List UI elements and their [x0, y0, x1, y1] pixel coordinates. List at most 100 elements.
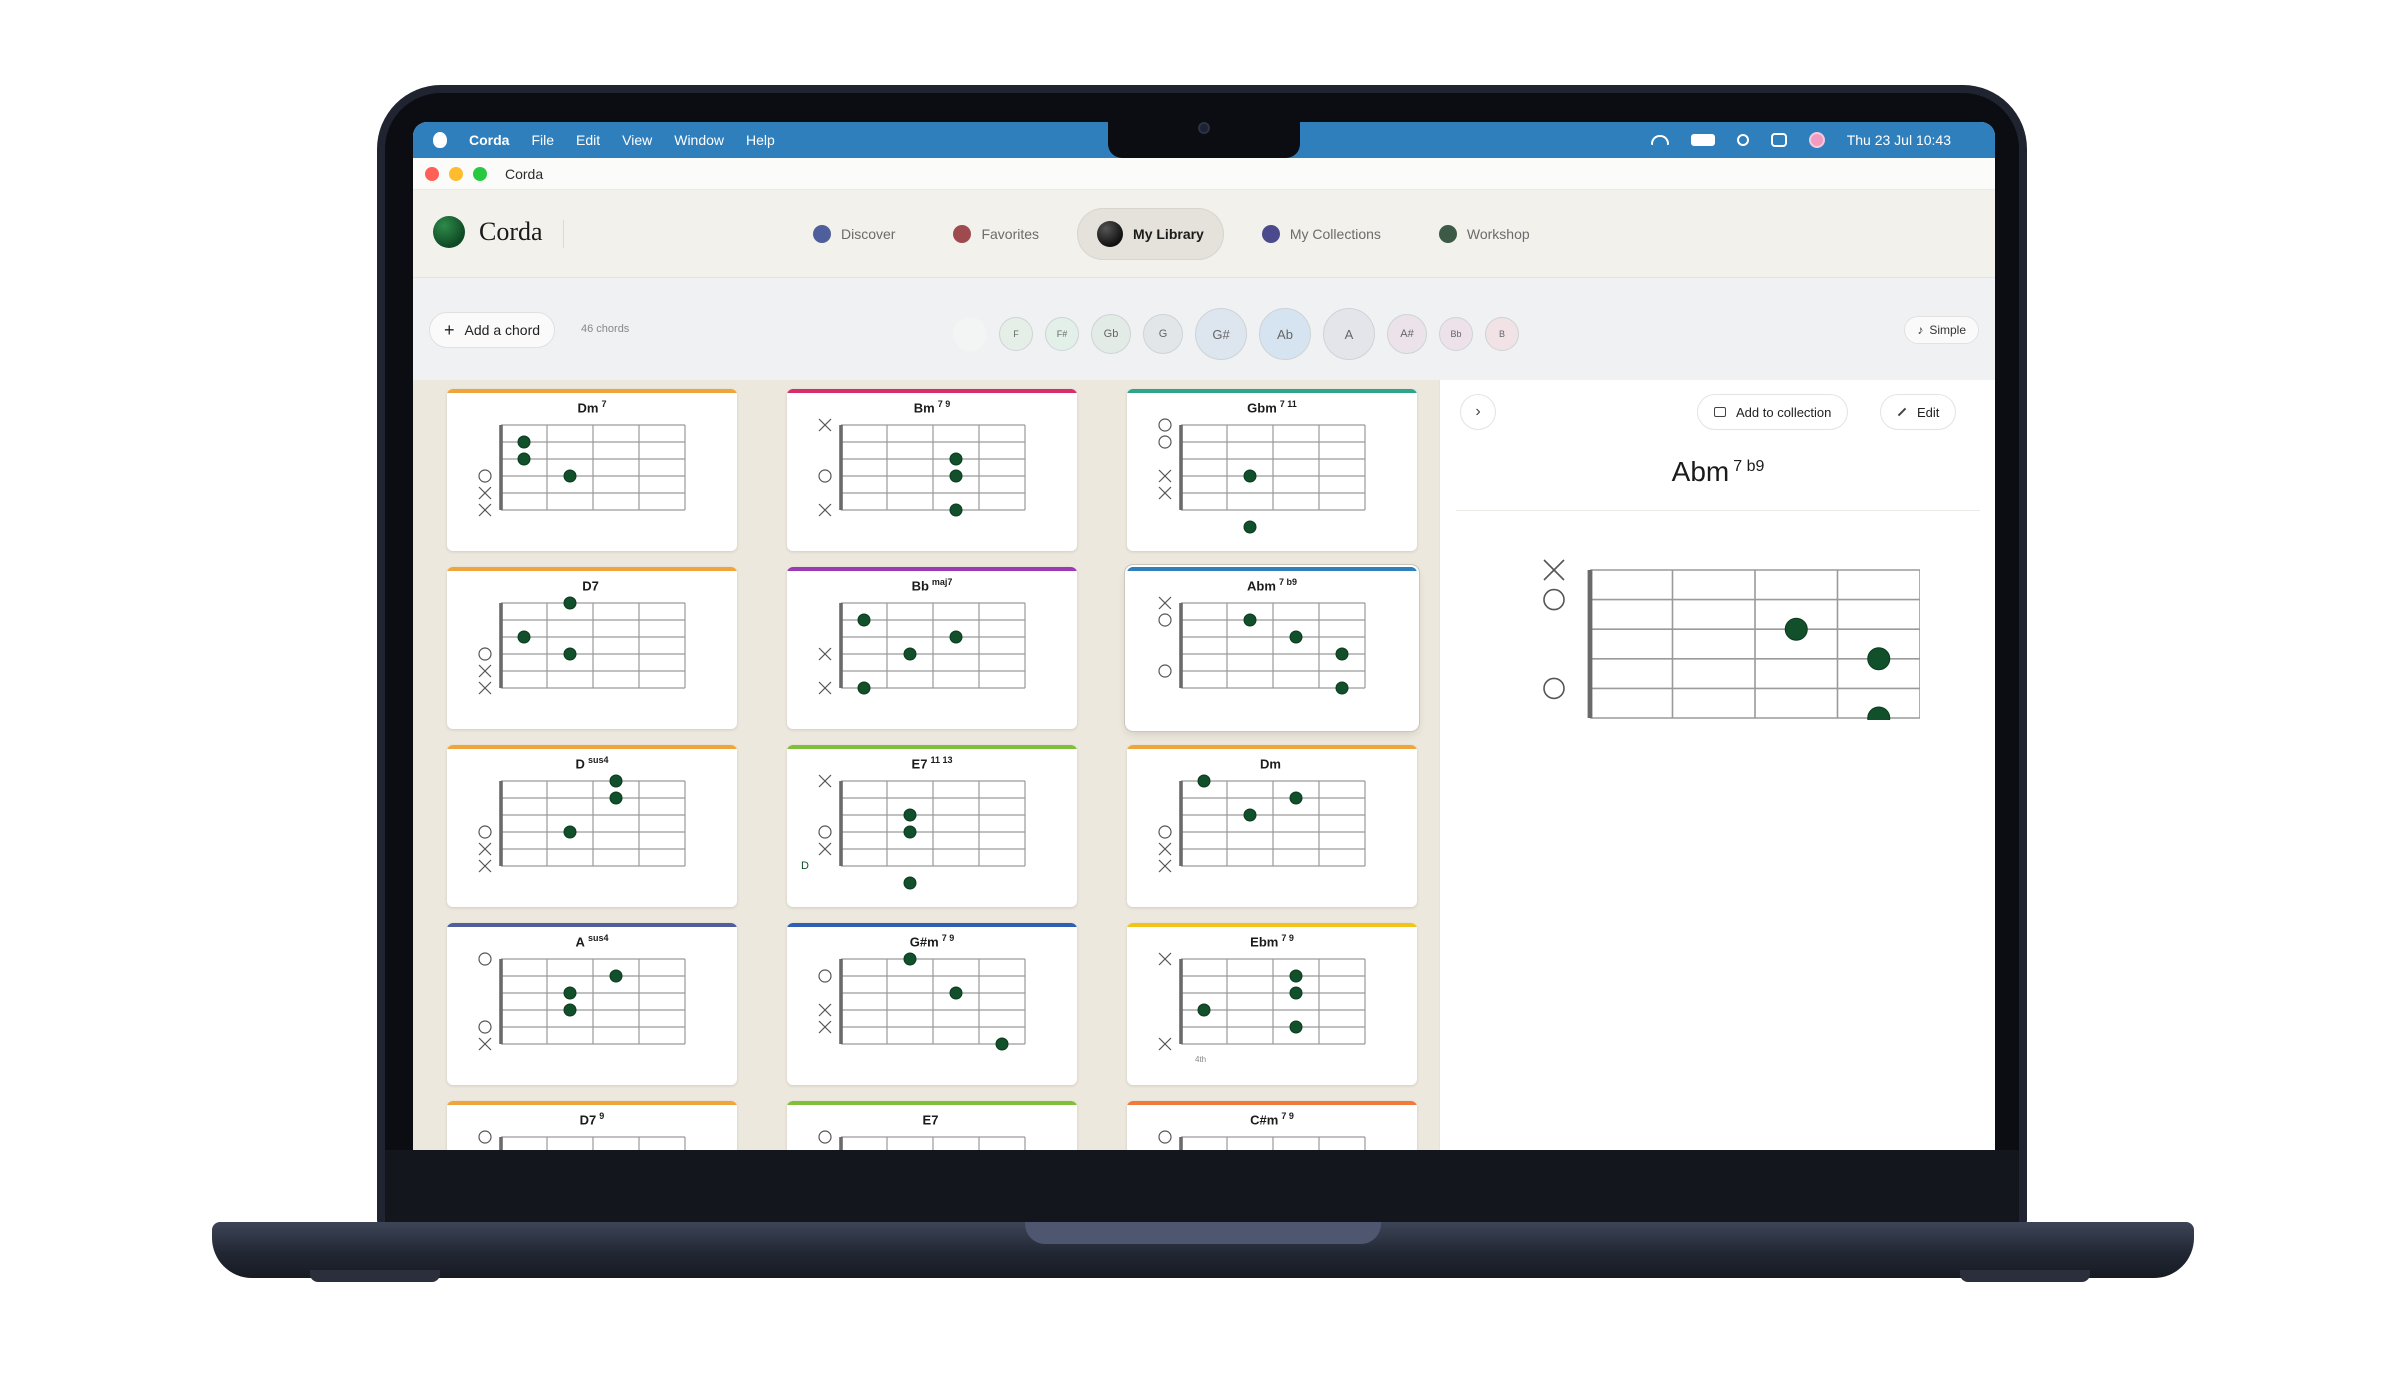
finger-dot	[949, 986, 963, 1000]
window-title: Corda	[505, 165, 544, 182]
chord-card[interactable]: Asus4	[447, 923, 737, 1085]
laptop-scene: Corda File Edit View Window Help Thu 23 …	[0, 0, 2400, 1388]
close-window-button[interactable]	[425, 166, 439, 181]
key-filter-pill[interactable]: Ab	[1259, 308, 1311, 360]
nav-my-collections[interactable]: My Collections	[1242, 208, 1401, 260]
chord-card[interactable]: Dsus4	[447, 745, 737, 907]
detail-chord-diagram	[1543, 559, 1920, 720]
chord-diagram	[478, 1130, 686, 1150]
key-filter-pill[interactable]: Gb	[1091, 314, 1131, 354]
chord-card[interactable]: Abm 7 b9	[1127, 567, 1417, 729]
add-chord-label: Add a chord	[464, 322, 541, 338]
zoom-window-button[interactable]	[473, 166, 487, 181]
key-filter-pill[interactable]: B	[1485, 317, 1519, 351]
finger-dot	[949, 469, 963, 483]
open-string-icon	[1158, 418, 1172, 432]
nav-dot-icon	[1438, 225, 1457, 243]
add-chord-button[interactable]: + Add a chord	[429, 312, 556, 348]
chord-card[interactable]: E7 11 13 D	[787, 745, 1077, 907]
finger-dot	[609, 791, 623, 805]
simple-label: Simple	[1929, 323, 1966, 337]
menu-app-name[interactable]: Corda	[469, 132, 509, 148]
finger-dot	[1243, 520, 1257, 534]
chord-card[interactable]: E7	[787, 1101, 1077, 1150]
plus-icon: +	[444, 319, 455, 340]
key-filter-pill[interactable]: F	[999, 317, 1033, 351]
finger-dot	[903, 952, 917, 966]
edit-label: Edit	[1917, 404, 1940, 420]
laptop-hinge	[1025, 1222, 1381, 1244]
chord-card[interactable]: Ebm 7 9 4th	[1127, 923, 1417, 1085]
nav-label: My Library	[1133, 226, 1204, 242]
chord-diagram	[478, 596, 686, 695]
menu-file[interactable]: File	[531, 132, 554, 148]
apple-icon[interactable]	[433, 132, 447, 148]
finger-dot	[517, 435, 531, 449]
menu-clock[interactable]: Thu 23 Jul 10:43	[1847, 132, 1951, 148]
chord-card[interactable]: Dm 7	[447, 389, 737, 551]
wifi-icon[interactable]	[1650, 135, 1669, 145]
finger-dot	[949, 630, 963, 644]
menu-edit[interactable]: Edit	[576, 132, 600, 148]
logo-text: Corda	[479, 217, 543, 246]
control-center-icon[interactable]	[1770, 133, 1787, 147]
key-filter-pill[interactable]: A#	[1387, 314, 1427, 354]
key-filter-pill[interactable]: G	[1143, 314, 1183, 354]
chord-card[interactable]: Gbm 7 11	[1127, 389, 1417, 551]
simple-view-toggle[interactable]: ♪ Simple	[1904, 316, 1979, 344]
collapse-panel-button[interactable]: ›	[1460, 394, 1496, 430]
finger-dot	[1289, 791, 1303, 805]
finger-dot	[1289, 986, 1303, 1000]
finger-dot	[1243, 469, 1257, 483]
open-string-icon	[1158, 613, 1172, 627]
key-filter-pill[interactable]: F#	[1045, 317, 1079, 351]
battery-icon[interactable]	[1690, 134, 1715, 146]
pencil-icon	[1897, 407, 1907, 417]
key-filter-pill[interactable]: G#	[1195, 308, 1247, 360]
chord-card[interactable]: D7	[447, 567, 737, 729]
add-to-collection-button[interactable]: Add to collection	[1697, 394, 1849, 430]
key-filter-pill[interactable]	[953, 317, 987, 351]
open-string-icon	[478, 825, 492, 839]
nav-workshop[interactable]: Workshop	[1419, 208, 1550, 260]
screen: Corda File Edit View Window Help Thu 23 …	[413, 122, 1995, 1150]
nav-label: Discover	[841, 226, 896, 242]
chord-diagram: D	[801, 774, 1026, 890]
minimize-window-button[interactable]	[449, 166, 463, 181]
finger-dot	[563, 647, 577, 661]
open-string-icon	[818, 469, 832, 483]
chord-card[interactable]: Bb maj7	[787, 567, 1077, 729]
finger-dot	[1197, 1003, 1211, 1017]
spotlight-icon[interactable]	[1736, 134, 1749, 146]
nav-my-library[interactable]: My Library	[1077, 208, 1224, 260]
menu-view[interactable]: View	[622, 132, 652, 148]
finger-dot	[563, 986, 577, 1000]
nav-dot-icon	[953, 225, 972, 243]
open-string-icon	[1543, 588, 1565, 611]
open-string-icon	[478, 1130, 492, 1144]
edit-chord-button[interactable]: Edit	[1880, 394, 1957, 430]
chord-card[interactable]: Bm 7 9	[787, 389, 1077, 551]
nav-discover[interactable]: Discover	[793, 208, 915, 260]
menu-window[interactable]: Window	[674, 132, 724, 148]
nav-favorites[interactable]: Favorites	[933, 208, 1059, 260]
finger-dot	[1197, 774, 1211, 788]
menu-help[interactable]: Help	[746, 132, 775, 148]
laptop-bezel	[385, 1150, 2019, 1222]
finger-dot	[563, 469, 577, 483]
chord-card[interactable]: Dm	[1127, 745, 1417, 907]
nav-dot-icon	[1097, 221, 1124, 247]
siri-icon[interactable]	[1808, 132, 1825, 148]
chord-card[interactable]: C#m 7 9	[1127, 1101, 1417, 1150]
key-filter-pill[interactable]: A	[1323, 308, 1375, 360]
nav-label: Favorites	[981, 226, 1040, 242]
chord-diagram	[818, 418, 1026, 517]
key-filter-pill[interactable]: Bb	[1439, 317, 1473, 351]
finger-dot	[563, 596, 577, 610]
chord-detail-panel: › Add to collection Edit Abm 7 b9	[1439, 380, 1995, 1150]
chord-card[interactable]: D7 9	[447, 1101, 737, 1150]
app-logo[interactable]: Corda	[433, 216, 543, 248]
finger-dot	[1335, 647, 1349, 661]
chord-card[interactable]: G#m 7 9	[787, 923, 1077, 1085]
finger-dot	[517, 630, 531, 644]
